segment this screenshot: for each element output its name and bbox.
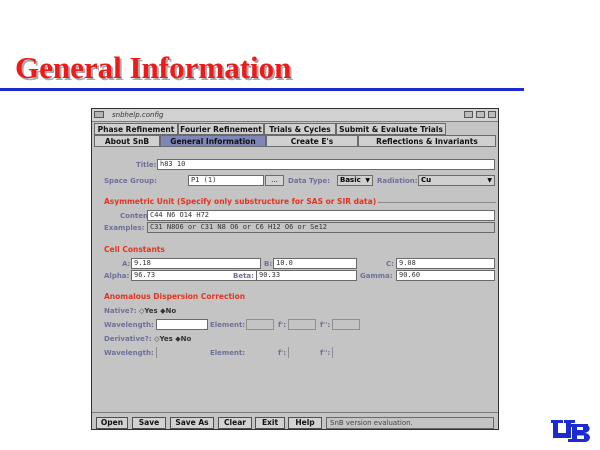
section-divider (378, 202, 496, 203)
open-button[interactable]: Open (96, 417, 128, 429)
title-input[interactable]: h83 10 (157, 159, 495, 170)
cell-b-label: B: (264, 260, 273, 268)
window-titlebar[interactable]: snbhelp.config (92, 109, 498, 122)
examples-text: C31 N8O6 or C31 N8 O6 or C6 H12 O6 or Se… (147, 222, 495, 233)
help-button[interactable]: Help (288, 417, 322, 429)
anomalous-dispersion-heading: Anomalous Dispersion Correction (104, 292, 246, 301)
derivative-no-label[interactable]: No (181, 335, 192, 343)
native-yes-label[interactable]: Yes (144, 307, 157, 315)
examples-label: Examples: (104, 224, 145, 232)
data-type-label: Data Type: (288, 177, 331, 185)
save-button[interactable]: Save (132, 417, 166, 429)
status-bar: SnB version evaluation. (326, 417, 494, 429)
data-type-value: Basic (340, 176, 361, 184)
tab-row-1: Phase Refinement Fourier Refinement Tria… (94, 123, 496, 135)
maximize-icon[interactable] (476, 111, 485, 118)
derivative-fprime-input[interactable] (288, 347, 291, 358)
cell-a-input[interactable]: 9.18 (131, 258, 261, 269)
derivative-fdoubleprime-label: f'': (320, 349, 331, 357)
cell-c-input[interactable]: 9.08 (396, 258, 495, 269)
cell-c-label: C: (386, 260, 394, 268)
radiation-value: Cu (421, 176, 432, 184)
tab-trials-cycles[interactable]: Trials & Cycles (264, 123, 336, 135)
beta-input[interactable]: 90.33 (256, 270, 357, 281)
tab-general-information[interactable]: General Information (160, 135, 266, 147)
slide-title: General Information (15, 50, 292, 85)
tab-submit-evaluate[interactable]: Submit & Evaluate Trials (336, 123, 446, 135)
radiation-label: Radiation: (377, 177, 418, 185)
tab-about-snb[interactable]: About SnB (94, 135, 160, 147)
native-element-input[interactable] (246, 319, 274, 330)
cell-b-input[interactable]: 10.0 (273, 258, 357, 269)
ub-logo-icon (551, 420, 590, 442)
space-group-input[interactable]: P1 (1) (188, 175, 264, 186)
tab-reflections-invariants[interactable]: Reflections & Invariants (358, 135, 496, 147)
tab-fourier-refinement[interactable]: Fourier Refinement (178, 123, 264, 135)
derivative-wavelength-label: Wavelength: (104, 349, 154, 357)
derivative-fdoubleprime-input[interactable] (332, 347, 335, 358)
native-label: Native?: (104, 307, 137, 315)
derivative-yes-label[interactable]: Yes (159, 335, 172, 343)
space-group-label: Space Group: (104, 177, 157, 185)
title-label: Title: (136, 161, 157, 169)
radiation-select[interactable]: Cu ▼ (418, 175, 495, 186)
cell-constants-heading: Cell Constants (104, 245, 165, 254)
tab-row-2: About SnB General Information Create E's… (94, 135, 496, 147)
element-label: Element: (210, 321, 246, 329)
minimize-icon[interactable] (464, 111, 473, 118)
derivative-label: Derivative?: (104, 335, 152, 343)
tab-create-es[interactable]: Create E's (266, 135, 358, 147)
space-group-browse-button[interactable]: ... (265, 175, 284, 186)
exit-button[interactable]: Exit (255, 417, 285, 429)
asymmetric-unit-heading: Asymmetric Unit (Specify only substructu… (104, 197, 377, 206)
native-fdoubleprime-input[interactable] (332, 319, 360, 330)
derivative-radio-group: Derivative?: ◇Yes ◆No (104, 334, 191, 344)
gamma-input[interactable]: 90.60 (396, 270, 495, 281)
data-type-select[interactable]: Basic ▼ (337, 175, 373, 186)
derivative-element-label: Element: (210, 349, 246, 357)
beta-label: Beta: (233, 272, 254, 280)
button-bar: Open Save Save As Clear Exit Help SnB ve… (92, 412, 498, 430)
gamma-label: Gamma: (360, 272, 393, 280)
fdoubleprime-label: f'': (320, 321, 331, 329)
snb-window: snbhelp.config Phase Refinement Fourier … (91, 108, 499, 430)
window-title: snbhelp.config (112, 111, 164, 119)
fprime-label: f': (278, 321, 286, 329)
wavelength-label: Wavelength: (104, 321, 154, 329)
save-as-button[interactable]: Save As (170, 417, 214, 429)
derivative-fprime-label: f': (278, 349, 286, 357)
title-underline (0, 88, 524, 91)
native-radio-group: Native?: ◇Yes ◆No (104, 306, 176, 316)
derivative-wavelength-input[interactable] (156, 347, 159, 358)
contents-input[interactable]: C44 N6 O14 H72 (147, 210, 495, 221)
tab-phase-refinement[interactable]: Phase Refinement (94, 123, 178, 135)
native-fprime-input[interactable] (288, 319, 316, 330)
close-icon[interactable] (488, 111, 496, 118)
clear-button[interactable]: Clear (218, 417, 252, 429)
native-no-label[interactable]: No (166, 307, 177, 315)
dropdown-arrow-icon: ▼ (487, 177, 492, 184)
window-menu-icon[interactable] (94, 111, 104, 118)
cell-a-label: A: (122, 260, 131, 268)
alpha-label: Alpha: (104, 272, 130, 280)
dropdown-arrow-icon: ▼ (365, 177, 370, 184)
native-wavelength-input[interactable] (156, 319, 208, 330)
